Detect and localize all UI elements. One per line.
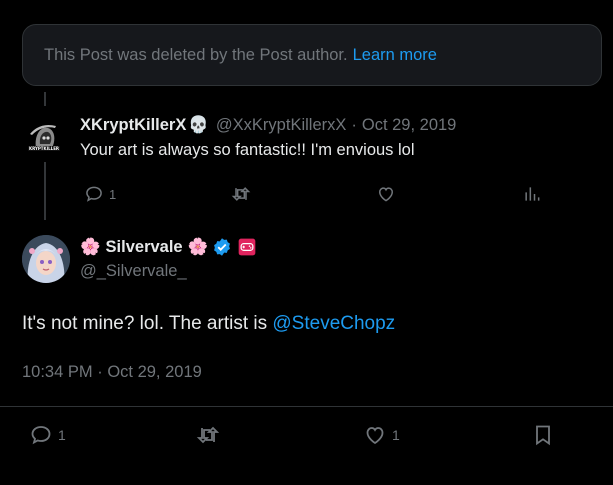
reply-author-handle[interactable]: @XxKryptKillerxX <box>216 116 346 135</box>
deleted-notice-text: This Post was deleted by the Post author… <box>44 45 348 64</box>
repost-button[interactable] <box>196 423 220 447</box>
post-text: It's not mine? lol. The artist is @Steve… <box>22 313 395 335</box>
reply-count: 1 <box>109 186 117 202</box>
mention-link[interactable]: @SteveChopz <box>272 313 395 334</box>
repost-button[interactable] <box>231 184 251 204</box>
heart-icon <box>366 427 384 445</box>
avatar[interactable] <box>22 235 70 283</box>
repost-icon <box>231 187 251 201</box>
reaper-avatar-icon: KRYPTKILLER <box>22 116 66 160</box>
dot-separator: · <box>351 116 357 134</box>
post-author-row: 🌸 Silvervale 🌸 <box>80 237 257 257</box>
deleted-post-notice: This Post was deleted by the Post author… <box>22 24 602 86</box>
post-text-body: It's not mine? lol. The artist is <box>22 313 273 334</box>
reply-action-bar: 1 <box>84 184 594 206</box>
post-timestamp[interactable]: 10:34 PM · Oct 29, 2019 <box>22 363 202 382</box>
reply-header: XKryptKillerX 💀 @XxKryptKillerxX · Oct 2… <box>80 116 600 135</box>
silvervale-avatar-icon <box>22 235 70 283</box>
post-author-name[interactable]: Silvervale <box>106 238 183 257</box>
avatar[interactable]: KRYPTKILLER <box>22 116 66 160</box>
post-action-bar: 1 1 <box>0 423 613 449</box>
reply-button[interactable]: 1 <box>29 423 66 447</box>
like-button[interactable]: 1 <box>363 423 400 447</box>
skull-emoji-icon: 💀 <box>188 116 209 134</box>
learn-more-link[interactable]: Learn more <box>353 46 437 65</box>
views-icon <box>525 187 540 201</box>
repost-icon <box>196 426 220 444</box>
reply-count: 1 <box>58 427 66 443</box>
divider <box>0 406 613 407</box>
dot-separator: · <box>97 363 103 381</box>
cherry-blossom-emoji-icon: 🌸 <box>80 237 101 256</box>
heart-icon <box>378 187 394 202</box>
like-button[interactable] <box>376 184 396 204</box>
reply-icon <box>86 186 102 202</box>
reply-author-name[interactable]: XKryptKillerX <box>80 116 186 135</box>
verified-badge-icon[interactable] <box>212 237 232 257</box>
thread-line-bottom <box>44 162 46 220</box>
reply-text: Your art is always so fantastic!! I'm en… <box>80 141 415 159</box>
bookmark-button[interactable] <box>531 423 555 447</box>
gamepad-badge-icon[interactable] <box>237 237 257 257</box>
post-author-handle[interactable]: @_Silvervale_ <box>80 262 257 281</box>
cherry-blossom-emoji-icon: 🌸 <box>187 237 209 256</box>
reply-icon <box>31 426 51 445</box>
post-time: 10:34 PM <box>22 363 93 381</box>
like-count: 1 <box>392 427 400 443</box>
bookmark-icon <box>536 425 550 446</box>
thread-line-top <box>44 92 46 106</box>
reply-date[interactable]: Oct 29, 2019 <box>362 116 456 135</box>
post-date: Oct 29, 2019 <box>107 363 202 381</box>
avatar-label: KRYPTKILLER <box>29 146 59 151</box>
reply-button[interactable]: 1 <box>84 184 116 204</box>
views-button[interactable] <box>522 184 542 204</box>
